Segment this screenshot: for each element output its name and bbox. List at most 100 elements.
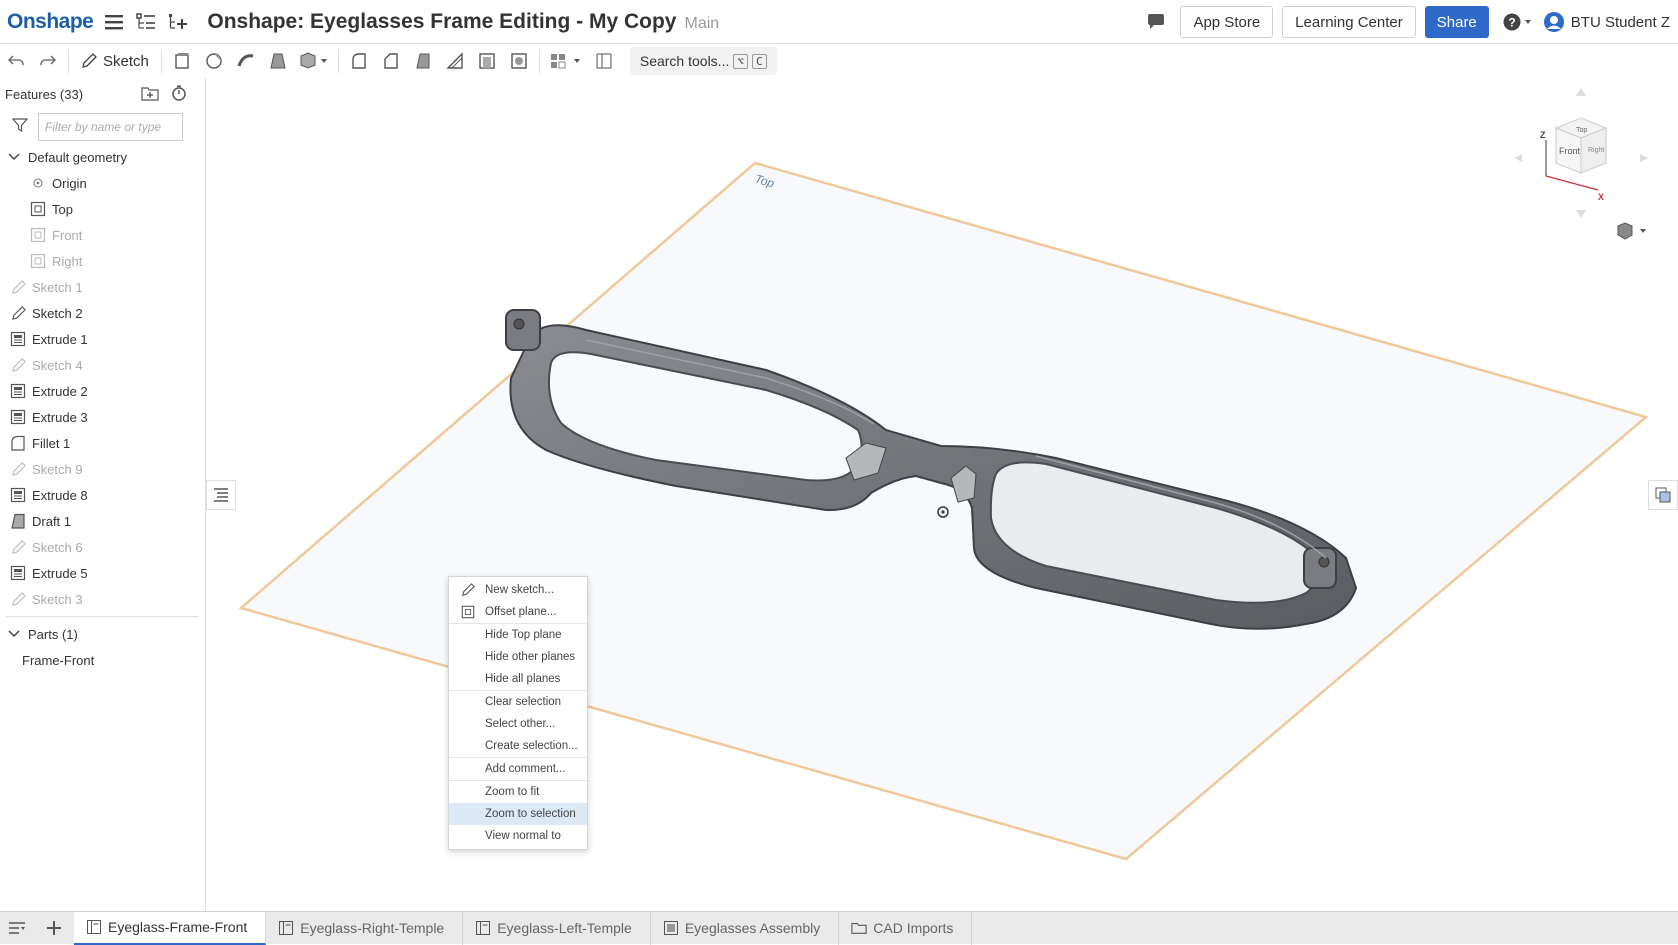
sketch-icon xyxy=(10,357,26,373)
undo-icon[interactable] xyxy=(0,47,32,75)
feature-item-label: Extrude 5 xyxy=(32,565,88,581)
folder-icon xyxy=(851,920,867,936)
menu-item-create-selection[interactable]: Create selection... xyxy=(449,735,587,757)
geometry-item-top[interactable]: Top xyxy=(0,196,205,222)
feature-item[interactable]: Extrude 5 xyxy=(0,560,205,586)
pencil-icon xyxy=(81,53,97,69)
learning-center-button[interactable]: Learning Center xyxy=(1282,6,1416,38)
svg-text:?: ? xyxy=(1508,16,1515,30)
part-studio-icon[interactable] xyxy=(588,47,620,75)
feature-item-label: Sketch 3 xyxy=(32,591,83,607)
geometry-item-front[interactable]: Front xyxy=(0,222,205,248)
viewcube-front-label: Front xyxy=(1559,146,1581,156)
branch-label[interactable]: Main xyxy=(685,15,720,33)
feature-item[interactable]: Extrude 3 xyxy=(0,404,205,430)
document-title[interactable]: Onshape: Eyeglasses Frame Editing - My C… xyxy=(207,10,676,34)
appearance-panel-icon[interactable] xyxy=(1648,480,1678,510)
menu-item-hide-other-planes[interactable]: Hide other planes xyxy=(449,646,587,668)
rollback-timer-icon[interactable] xyxy=(171,85,187,104)
rib-icon[interactable] xyxy=(439,47,471,75)
fillet-icon[interactable] xyxy=(343,47,375,75)
feature-list-icon[interactable] xyxy=(135,11,157,33)
sketch-icon xyxy=(10,591,26,607)
menu-item-select-other[interactable]: Select other... xyxy=(449,713,587,735)
geometry-item-right[interactable]: Right xyxy=(0,248,205,274)
feature-item-label: Extrude 8 xyxy=(32,487,88,503)
pattern-icon[interactable] xyxy=(544,47,588,75)
filter-funnel-icon[interactable] xyxy=(11,117,29,138)
feature-item[interactable]: Sketch 4 xyxy=(0,352,205,378)
shell-icon[interactable] xyxy=(471,47,503,75)
chamfer-icon[interactable] xyxy=(375,47,407,75)
sketch-button[interactable]: Sketch xyxy=(73,47,157,75)
feature-item-label: Extrude 1 xyxy=(32,331,88,347)
feature-list-toggle-icon[interactable] xyxy=(206,480,236,510)
add-tab-icon[interactable] xyxy=(34,914,74,942)
feature-item[interactable]: Sketch 3 xyxy=(0,586,205,612)
onshape-logo[interactable]: Onshape xyxy=(7,10,94,34)
user-avatar-icon[interactable] xyxy=(1543,11,1565,33)
menu-item-offset-plane[interactable]: Offset plane... xyxy=(449,601,587,623)
sketch-icon xyxy=(10,461,26,477)
app-store-button[interactable]: App Store xyxy=(1180,6,1274,38)
geometry-item-label: Right xyxy=(52,253,83,269)
feature-item-label: Draft 1 xyxy=(32,513,72,529)
feature-item[interactable]: Extrude 2 xyxy=(0,378,205,404)
tab-eyeglass-right-temple[interactable]: Eyeglass-Right-Temple xyxy=(266,911,464,945)
parts-group[interactable]: Parts (1) xyxy=(0,621,205,647)
feature-item[interactable]: Sketch 9 xyxy=(0,456,205,482)
menu-item-hide-all-planes[interactable]: Hide all planes xyxy=(449,668,587,690)
menu-item-label: Offset plane... xyxy=(485,606,557,618)
view-options-icon[interactable] xyxy=(1617,222,1646,240)
feature-item[interactable]: Sketch 6 xyxy=(0,534,205,560)
search-tools-input[interactable]: Search tools... ⌥ C xyxy=(629,47,777,75)
menu-item-zoom-to-fit[interactable]: Zoom to fit xyxy=(449,781,587,803)
tab-eyeglass-frame-front[interactable]: Eyeglass-Frame-Front xyxy=(74,911,267,945)
thicken-icon[interactable] xyxy=(294,47,334,75)
draft-icon[interactable] xyxy=(407,47,439,75)
tab-cad-imports[interactable]: CAD Imports xyxy=(839,911,973,945)
chevron-down-icon[interactable] xyxy=(8,153,20,161)
view-cube[interactable]: Top Front Right Z X xyxy=(1514,88,1648,218)
help-icon[interactable]: ? xyxy=(1501,11,1535,33)
loft-icon[interactable] xyxy=(262,47,294,75)
add-feature-folder-icon[interactable] xyxy=(141,85,159,104)
menu-item-clear-selection[interactable]: Clear selection xyxy=(449,691,587,713)
feature-item[interactable]: Extrude 8 xyxy=(0,482,205,508)
comment-icon[interactable] xyxy=(1145,11,1167,33)
feature-filter-input[interactable]: Filter by name or type xyxy=(38,113,183,141)
feature-item[interactable]: Fillet 1 xyxy=(0,430,205,456)
graphics-viewport[interactable]: Top Top Front Right Z X New sketch... Of… xyxy=(206,78,1678,911)
part-item[interactable]: Frame-Front xyxy=(0,647,205,673)
menu-item-zoom-to-selection[interactable]: Zoom to selection xyxy=(449,803,587,825)
3d-scene[interactable]: Top Top Front Right Z X xyxy=(206,78,1678,911)
user-name[interactable]: BTU Student Z xyxy=(1571,14,1670,31)
tab-eyeglasses-assembly[interactable]: Eyeglasses Assembly xyxy=(651,911,840,945)
tab-manager-icon[interactable] xyxy=(0,914,34,942)
menu-item-view-normal-to[interactable]: View normal to xyxy=(449,825,587,847)
tab-eyeglass-left-temple[interactable]: Eyeglass-Left-Temple xyxy=(463,911,651,945)
redo-icon[interactable] xyxy=(32,47,64,75)
extrude-icon[interactable] xyxy=(166,47,198,75)
hamburger-menu-icon[interactable] xyxy=(103,11,125,33)
feature-item-label: Sketch 1 xyxy=(32,279,83,295)
feature-item[interactable]: Sketch 2 xyxy=(0,300,205,326)
menu-item-hide-top-plane[interactable]: Hide Top plane xyxy=(449,624,587,646)
menu-item-new-sketch[interactable]: New sketch... xyxy=(449,579,587,601)
share-button[interactable]: Share xyxy=(1424,6,1489,38)
feature-item[interactable]: Draft 1 xyxy=(0,508,205,534)
insert-feature-icon[interactable] xyxy=(167,11,189,33)
geometry-item-label: Origin xyxy=(52,175,87,191)
chevron-down-icon[interactable] xyxy=(8,630,20,638)
revolve-icon[interactable] xyxy=(198,47,230,75)
feature-item[interactable]: Extrude 1 xyxy=(0,326,205,352)
default-geometry-group[interactable]: Default geometry xyxy=(0,144,205,170)
feature-toolbar: Sketch Search tools... ⌥ C xyxy=(0,44,1678,78)
feature-item-label: Extrude 3 xyxy=(32,409,88,425)
feature-item[interactable]: Sketch 1 xyxy=(0,274,205,300)
menu-item-add-comment[interactable]: Add comment... xyxy=(449,758,587,780)
hole-icon[interactable] xyxy=(503,47,535,75)
geometry-item-origin[interactable]: Origin xyxy=(0,170,205,196)
top-bar: Onshape Onshape: Eyeglasses Frame Editin… xyxy=(0,0,1678,44)
sweep-icon[interactable] xyxy=(230,47,262,75)
